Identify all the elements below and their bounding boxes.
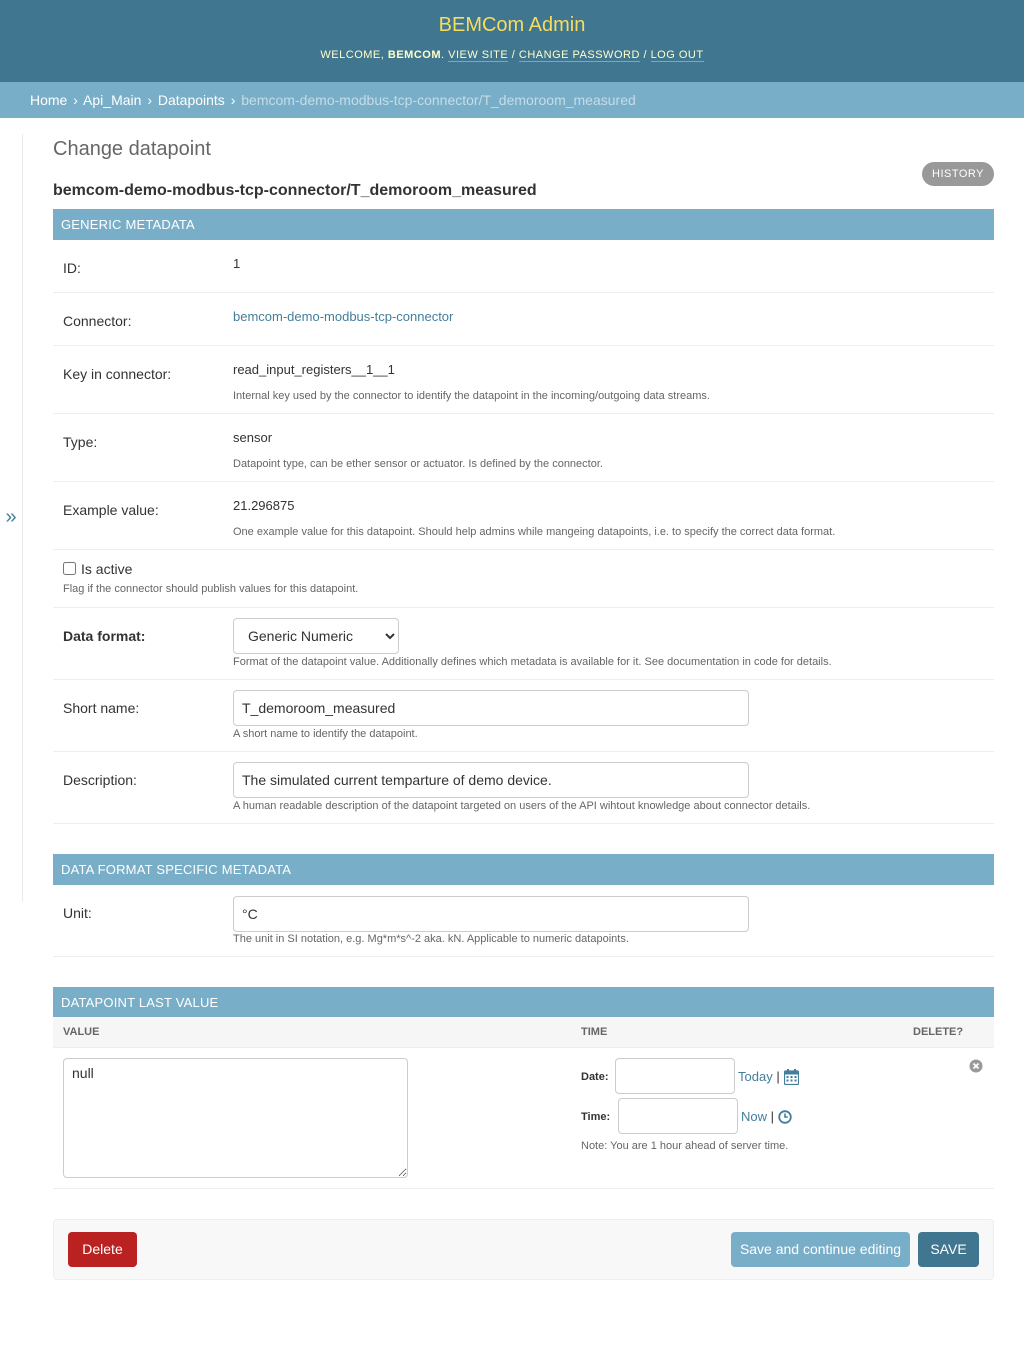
unit-label: Unit: (63, 905, 92, 921)
is-active-label[interactable]: Is active (81, 561, 132, 577)
today-link[interactable]: Today (738, 1069, 773, 1084)
short-name-label: Short name: (63, 700, 140, 716)
shortcut-separator: | (770, 1109, 775, 1124)
data-format-label: Data format: (63, 628, 146, 644)
last-value-table-header: VALUE TIME DELETE? (53, 1017, 994, 1048)
is-active-help: Flag if the connector should publish val… (63, 583, 359, 595)
column-header-value: VALUE (63, 1026, 100, 1038)
timezone-warning: Note: You are 1 hour ahead of server tim… (581, 1140, 789, 1152)
description-input[interactable] (233, 762, 749, 798)
id-value: 1 (233, 256, 241, 271)
delete-button[interactable]: Delete (68, 1232, 137, 1267)
id-label: ID: (63, 260, 81, 276)
time-label: Time: (581, 1111, 611, 1123)
key-in-connector-help: Internal key used by the connector to id… (233, 390, 710, 402)
type-label: Type: (63, 434, 98, 450)
breadcrumb: Home › Api_Main › Datapoints › bemcom-de… (0, 82, 1024, 118)
description-help: A human readable description of the data… (233, 800, 811, 812)
example-value-row: Example value: 21.296875 One example val… (53, 482, 994, 550)
data-format-specific-heading: DATA FORMAT SPECIFIC METADATA (53, 854, 994, 885)
site-branding[interactable]: BEMCom Admin (0, 14, 1024, 37)
site-header: BEMCom Admin WELCOME, BEMCOM. VIEW SITE … (0, 0, 1024, 82)
change-password-link[interactable]: CHANGE PASSWORD (518, 49, 640, 62)
last-value-table-row: null Date: Today | Time: Now | Note: You… (53, 1048, 994, 1189)
object-title: bemcom-demo-modbus-tcp-connector/T_demor… (53, 182, 537, 199)
time-shortcuts: Now | (741, 1109, 774, 1124)
log-out-link[interactable]: LOG OUT (650, 49, 704, 62)
clock-icon[interactable] (778, 1110, 792, 1127)
unit-help: The unit in SI notation, e.g. Mg*m*s^-2 … (233, 933, 629, 945)
column-header-time: TIME (581, 1026, 608, 1038)
date-label: Date: (581, 1071, 609, 1083)
type-row: Type: sensor Datapoint type, can be ethe… (53, 414, 994, 482)
datapoint-last-value-heading: DATAPOINT LAST VALUE (53, 987, 994, 1018)
key-in-connector-label: Key in connector: (63, 366, 172, 382)
data-format-select[interactable]: Generic Numeric (233, 618, 399, 654)
description-row: Description: A human readable descriptio… (53, 752, 994, 824)
short-name-help: A short name to identify the datapoint. (233, 728, 418, 740)
example-value-help: One example value for this datapoint. Sh… (233, 526, 836, 538)
user-tools-separator: / (508, 49, 519, 61)
date-input[interactable] (615, 1058, 735, 1094)
page-title: Change datapoint (53, 138, 211, 160)
date-shortcuts: Today | (738, 1069, 780, 1084)
breadcrumb-separator: › (73, 92, 78, 108)
example-value-label: Example value: (63, 502, 159, 518)
connector-link[interactable]: bemcom-demo-modbus-tcp-connector (233, 309, 453, 324)
breadcrumb-model[interactable]: Datapoints (158, 92, 225, 108)
welcome-text: WELCOME, (320, 49, 388, 61)
nav-sidebar-toggle-icon[interactable]: » (3, 505, 19, 529)
history-button[interactable]: HISTORY (922, 162, 994, 186)
short-name-row: Short name: A short name to identify the… (53, 680, 994, 752)
breadcrumb-home[interactable]: Home (30, 92, 67, 108)
now-link[interactable]: Now (741, 1109, 767, 1124)
delete-inline-icon[interactable] (969, 1059, 983, 1076)
username: BEMCOM (387, 49, 441, 61)
user-tools-separator: / (639, 49, 651, 61)
type-help: Datapoint type, can be ether sensor or a… (233, 458, 603, 470)
breadcrumb-current: bemcom-demo-modbus-tcp-connector/T_demor… (241, 92, 636, 108)
unit-row: Unit: The unit in SI notation, e.g. Mg*m… (53, 885, 994, 957)
nav-sidebar-border (22, 134, 23, 902)
connector-row: Connector: bemcom-demo-modbus-tcp-connec… (53, 293, 994, 346)
save-button[interactable]: SAVE (918, 1232, 979, 1267)
key-in-connector-value: read_input_registers__1__1 (233, 362, 395, 377)
is-active-checkbox[interactable] (63, 562, 76, 575)
last-value-textarea[interactable]: null (63, 1058, 408, 1178)
time-input[interactable] (618, 1098, 738, 1134)
calendar-icon[interactable] (783, 1069, 800, 1088)
data-format-help: Format of the datapoint value. Additiona… (233, 656, 832, 668)
unit-input[interactable] (233, 896, 749, 932)
user-tools: WELCOME, BEMCOM. VIEW SITE / CHANGE PASS… (320, 49, 704, 62)
connector-label: Connector: (63, 313, 132, 329)
is-active-row: Is active Flag if the connector should p… (53, 550, 994, 608)
data-format-row: Data format: Generic Numeric Format of t… (53, 608, 994, 680)
key-in-connector-row: Key in connector: read_input_registers__… (53, 346, 994, 414)
view-site-link[interactable]: VIEW SITE (448, 49, 509, 62)
submit-row: Delete Save and continue editing SAVE (53, 1219, 994, 1280)
generic-metadata-heading: GENERIC METADATA (53, 209, 994, 240)
id-row: ID: 1 (53, 240, 994, 293)
save-and-continue-button[interactable]: Save and continue editing (731, 1232, 910, 1267)
type-value: sensor (233, 430, 273, 445)
shortcut-separator: | (776, 1069, 780, 1084)
breadcrumb-separator: › (230, 92, 236, 108)
breadcrumb-app[interactable]: Api_Main (83, 92, 141, 108)
short-name-input[interactable] (233, 690, 749, 726)
description-label: Description: (63, 772, 137, 788)
example-value-value: 21.296875 (233, 498, 295, 513)
breadcrumb-separator: › (147, 92, 152, 108)
column-header-delete: DELETE? (913, 1026, 964, 1038)
